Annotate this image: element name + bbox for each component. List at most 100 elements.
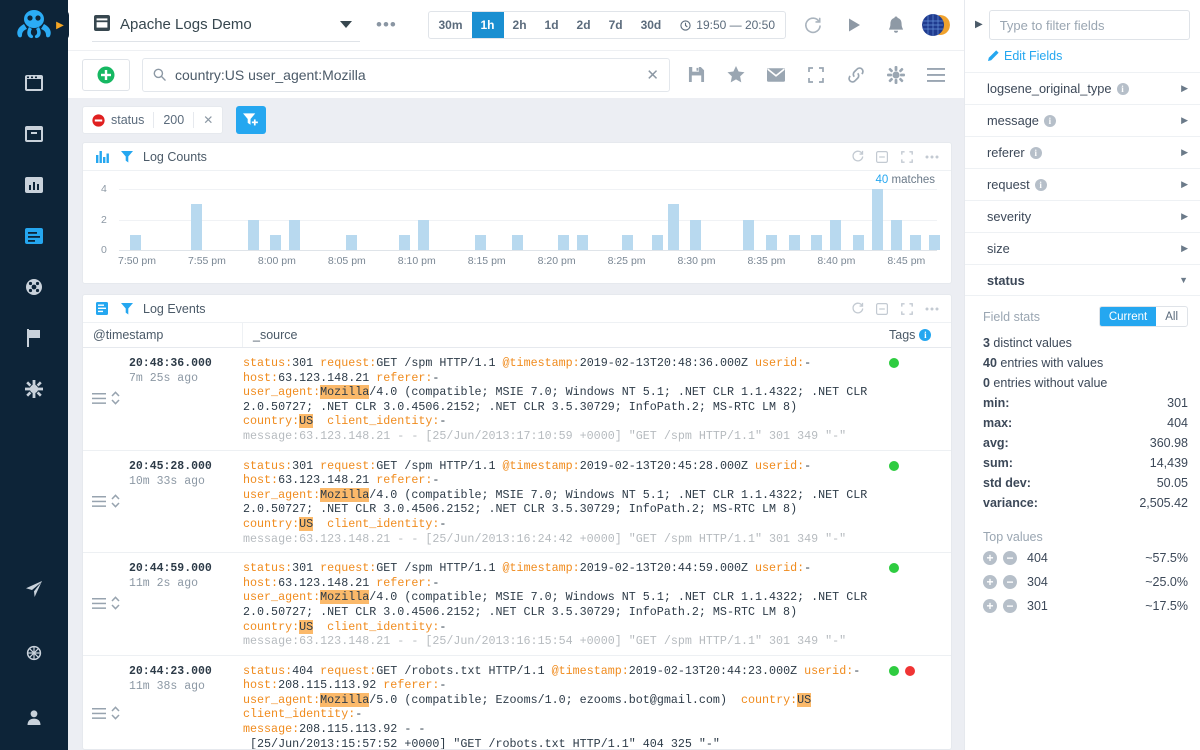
minus-circle-icon[interactable]: −	[1003, 551, 1017, 565]
chart-bar[interactable]	[512, 234, 524, 250]
sidebar-item-reports[interactable]	[17, 170, 51, 200]
edit-fields-link[interactable]: Edit Fields	[965, 40, 1200, 72]
minus-circle-icon[interactable]: −	[1003, 575, 1017, 589]
chart-bar[interactable]	[890, 219, 902, 250]
chart-bar[interactable]	[852, 234, 864, 250]
close-x-icon[interactable]: ✕	[194, 107, 222, 133]
bell-icon[interactable]	[880, 9, 912, 41]
chart-bar[interactable]	[130, 234, 142, 250]
field-key[interactable]: user_agent:	[243, 488, 320, 502]
log-events-list[interactable]: 20:48:36.000 7m 25s ago status:301 request…	[83, 348, 951, 749]
sidebar-item-send[interactable]	[17, 574, 51, 604]
chart-bar[interactable]	[417, 219, 429, 250]
octopus-logo-icon[interactable]	[13, 7, 55, 44]
asterisk-icon[interactable]	[882, 61, 910, 89]
field-key[interactable]: host:	[243, 473, 278, 487]
chart-bar[interactable]	[622, 234, 634, 250]
chart-bar[interactable]	[667, 204, 679, 250]
field-key[interactable]: request:	[320, 459, 376, 473]
field-row-status[interactable]: status ▼	[965, 264, 1200, 296]
field-key[interactable]: request:	[320, 356, 376, 370]
play-icon[interactable]	[838, 9, 870, 41]
field-row-request[interactable]: request i ▶	[965, 168, 1200, 200]
refresh-icon[interactable]	[796, 9, 828, 41]
filter-plus-icon[interactable]	[236, 106, 267, 134]
toggle-current[interactable]: Current	[1099, 307, 1157, 326]
field-key[interactable]: status:	[243, 561, 292, 575]
add-query-button[interactable]	[82, 58, 130, 91]
range-1d[interactable]: 1d	[536, 12, 568, 38]
sidebar-item-alerts[interactable]	[17, 272, 51, 302]
info-icon[interactable]: i	[1029, 146, 1042, 159]
row-controls[interactable]	[83, 664, 129, 749]
field-row-severity[interactable]: severity ▶	[965, 200, 1200, 232]
field-key[interactable]: host:	[243, 678, 278, 692]
sidebar-item-account[interactable]	[17, 702, 51, 732]
field-key[interactable]: client_identity:	[327, 517, 439, 531]
row-controls[interactable]	[83, 561, 129, 649]
chart-bar[interactable]	[743, 219, 755, 250]
status-badge[interactable]	[889, 460, 899, 471]
row-menu-icon[interactable]	[92, 392, 106, 407]
chart-bar[interactable]	[811, 234, 823, 250]
chart-bar[interactable]	[576, 234, 588, 250]
top-value-label[interactable]: 404	[1027, 551, 1048, 565]
field-key[interactable]: referer:	[383, 678, 439, 692]
chart-bar[interactable]	[871, 189, 883, 250]
clear-x-icon[interactable]: ✕	[646, 66, 659, 84]
plus-circle-icon[interactable]: +	[983, 575, 997, 589]
field-key[interactable]: country:	[741, 693, 797, 707]
filter-chip-field[interactable]: status	[83, 107, 153, 133]
sidebar-item-flags[interactable]	[17, 323, 51, 353]
rail-expand-arrow-icon[interactable]: ▶	[51, 10, 69, 40]
field-key[interactable]: client_identity:	[327, 620, 439, 634]
avatar[interactable]	[922, 11, 950, 39]
chevron-right-icon[interactable]: ▶	[1181, 115, 1188, 126]
field-key[interactable]: userid:	[804, 664, 853, 678]
search-input[interactable]: country:US user_agent:Mozilla ✕	[142, 57, 670, 92]
chart-bar[interactable]	[788, 234, 800, 250]
field-key[interactable]: @timestamp:	[503, 561, 580, 575]
minimize-icon[interactable]	[873, 148, 891, 166]
range-1h[interactable]: 1h	[471, 12, 504, 38]
expand-icon[interactable]	[898, 300, 916, 318]
field-key[interactable]: country:	[243, 620, 299, 634]
app-overflow-menu[interactable]: •••	[370, 15, 403, 35]
field-key[interactable]: @timestamp:	[503, 356, 580, 370]
chevron-right-icon[interactable]: ▶	[1181, 83, 1188, 94]
row-menu-icon[interactable]	[92, 495, 106, 510]
star-icon[interactable]	[722, 61, 750, 89]
field-key[interactable]: referer:	[376, 576, 432, 590]
field-key[interactable]: client_identity:	[327, 414, 439, 428]
chart-bar[interactable]	[690, 219, 702, 250]
field-key[interactable]: message:	[243, 722, 299, 736]
chart-bar[interactable]	[247, 219, 259, 250]
table-row[interactable]: 20:44:59.000 11m 2s ago status:301 request…	[83, 553, 951, 656]
link-icon[interactable]	[842, 61, 870, 89]
status-badge[interactable]	[889, 563, 899, 574]
field-key[interactable]: referer:	[376, 473, 432, 487]
field-key[interactable]: request:	[320, 664, 376, 678]
field-row-logsene_original_type[interactable]: logsene_original_type i ▶	[965, 72, 1200, 104]
table-row[interactable]: 20:45:28.000 10m 33s ago status:301 reques…	[83, 451, 951, 554]
info-icon[interactable]: i	[1116, 82, 1129, 95]
top-value-label[interactable]: 304	[1027, 575, 1048, 589]
status-badge[interactable]	[905, 665, 915, 676]
field-filter-input[interactable]: Type to filter fields	[988, 10, 1190, 40]
field-key[interactable]: @timestamp:	[503, 459, 580, 473]
envelope-icon[interactable]	[762, 61, 790, 89]
row-expand-icon[interactable]	[111, 494, 120, 511]
field-key[interactable]: user_agent:	[243, 385, 320, 399]
column-source[interactable]: _source	[243, 323, 889, 347]
field-key[interactable]: userid:	[755, 459, 804, 473]
row-expand-icon[interactable]	[111, 596, 120, 613]
chart-bar[interactable]	[270, 234, 282, 250]
chevron-down-icon[interactable]	[340, 21, 352, 28]
field-row-message[interactable]: message i ▶	[965, 104, 1200, 136]
chevron-right-icon[interactable]: ▶	[1181, 211, 1188, 222]
chevron-right-icon[interactable]: ▶	[1181, 147, 1188, 158]
field-row-referer[interactable]: referer i ▶	[965, 136, 1200, 168]
field-key[interactable]: @timestamp:	[552, 664, 629, 678]
row-expand-icon[interactable]	[111, 391, 120, 408]
more-dots-icon[interactable]	[923, 148, 941, 166]
